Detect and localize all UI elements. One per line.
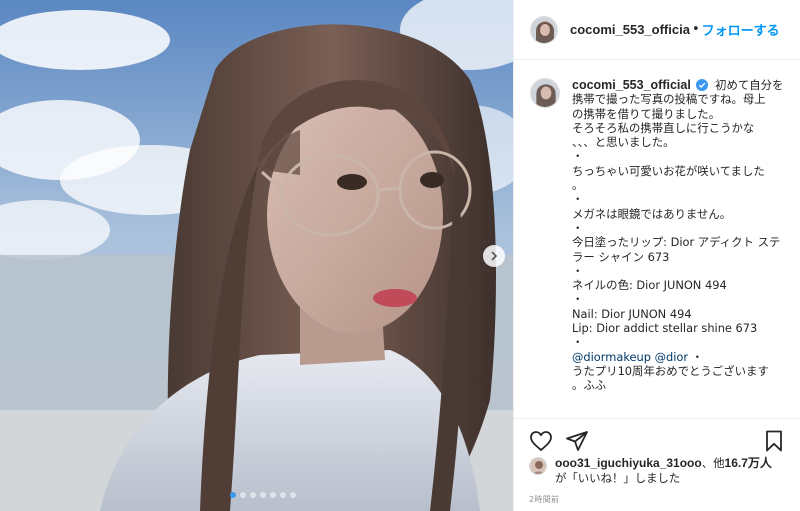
carousel-dot bbox=[230, 492, 236, 498]
caption-line: ラー シャイン 673 bbox=[572, 249, 670, 264]
post-photo[interactable] bbox=[0, 0, 513, 511]
share-icon[interactable] bbox=[565, 429, 589, 453]
caption-line: ・ bbox=[572, 192, 584, 207]
caption-line: 。 bbox=[572, 178, 584, 193]
photo-illustration bbox=[0, 0, 513, 511]
carousel-dot bbox=[240, 492, 246, 498]
caption-line: 初めて自分を bbox=[715, 78, 784, 92]
caption-line: 。ふふ bbox=[572, 378, 607, 393]
caption-line: ・ bbox=[572, 149, 584, 164]
header-separator: • bbox=[691, 22, 700, 37]
carousel-dot bbox=[270, 492, 276, 498]
liker-avatar[interactable] bbox=[529, 457, 547, 475]
carousel-dot bbox=[260, 492, 266, 498]
post-timestamp[interactable]: 2時間前 bbox=[529, 494, 559, 505]
caption-line: ・ bbox=[688, 349, 704, 364]
carousel-next-button[interactable] bbox=[483, 245, 505, 267]
likes-text: ooo31_iguchiyuka_31ooo、他16.7万人 が「いいね！」しま… bbox=[555, 456, 772, 486]
likes-count[interactable]: 16.7万人 bbox=[725, 456, 772, 470]
caption-line: Nail: Dior JUNON 494 bbox=[572, 306, 692, 321]
verified-badge-icon bbox=[696, 79, 709, 91]
caption-line: ・ bbox=[572, 263, 584, 278]
carousel-dot bbox=[290, 492, 296, 498]
caption-line: うたプリ10周年おめでとうございます bbox=[572, 363, 769, 378]
avatar[interactable] bbox=[530, 15, 558, 44]
mention-link[interactable]: @dior bbox=[655, 350, 688, 364]
heart-icon[interactable] bbox=[529, 429, 553, 453]
chevron-right-icon bbox=[491, 251, 498, 261]
caption-line: ネイルの色: Dior JUNON 494 bbox=[572, 278, 727, 293]
caption-line: ちっちゃい可愛いお花が咲いてました bbox=[572, 163, 765, 178]
likes-middle: 、他 bbox=[701, 456, 725, 470]
caption: cocomi_553_official 初めて自分を 携帯で撮った写真の投稿です… bbox=[530, 78, 792, 416]
caption-avatar[interactable] bbox=[530, 78, 560, 108]
post-header: cocomi_553_officia • フォローする bbox=[514, 0, 800, 60]
caption-line: そろそろ私の携帯直しに行こうかな bbox=[572, 120, 755, 135]
caption-line: ・ bbox=[572, 220, 584, 235]
caption-line: メガネは眼鏡ではありません。 bbox=[572, 206, 732, 221]
liker-username[interactable]: ooo31_iguchiyuka_31ooo bbox=[555, 456, 702, 470]
carousel-dot bbox=[250, 492, 256, 498]
likes-summary: ooo31_iguchiyuka_31ooo、他16.7万人 が「いいね！」しま… bbox=[529, 456, 791, 486]
bookmark-icon[interactable] bbox=[762, 429, 786, 453]
caption-username[interactable]: cocomi_553_official bbox=[572, 78, 691, 92]
caption-text: cocomi_553_official 初めて自分を 携帯で撮った写真の投稿です… bbox=[572, 78, 783, 416]
caption-line: 今日塗ったリップ: Dior アディクト ステ bbox=[572, 235, 781, 250]
caption-line: の携帯を借りて撮りました。 bbox=[572, 106, 721, 121]
caption-line: ・ bbox=[572, 335, 584, 350]
carousel-dot bbox=[280, 492, 286, 498]
carousel-indicator bbox=[230, 492, 296, 498]
caption-line: ・ bbox=[572, 292, 584, 307]
likes-suffix: が「いいね！」しました bbox=[555, 471, 681, 485]
caption-line: Lip: Dior addict stellar shine 673 bbox=[572, 321, 758, 336]
follow-button[interactable]: フォローする bbox=[702, 20, 780, 39]
caption-line: 、、、と思いました。 bbox=[572, 135, 675, 150]
caption-line: 携帯で撮った写真の投稿ですね。母上 bbox=[572, 92, 766, 107]
mention-link[interactable]: @diormakeup bbox=[572, 350, 651, 364]
header-username[interactable]: cocomi_553_officia bbox=[570, 22, 690, 37]
